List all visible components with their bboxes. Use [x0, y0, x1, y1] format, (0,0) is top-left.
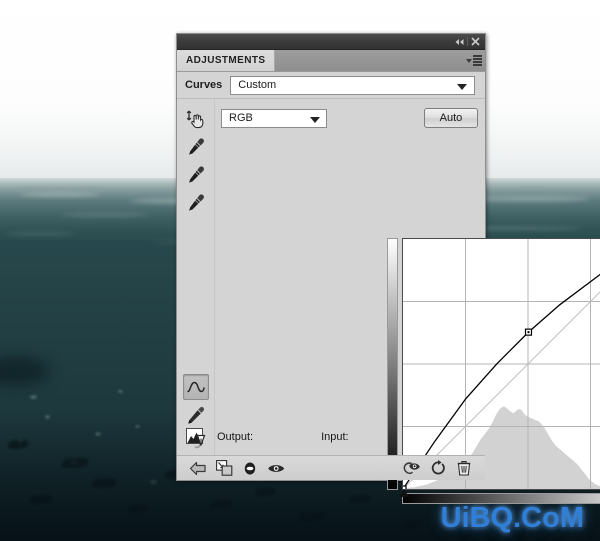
chevron-down-icon [310, 116, 320, 123]
curves-toolstrip [177, 99, 215, 458]
input-label: Input: [321, 431, 349, 443]
panel-menu-icon[interactable] [463, 50, 485, 71]
water-particle [118, 390, 123, 393]
preset-value: Custom [238, 79, 277, 91]
input-gradient-bar [402, 493, 600, 504]
output-input-row: Output: Input: [177, 422, 487, 452]
eye-swirl-icon[interactable] [399, 458, 425, 478]
gray-point-eyedropper[interactable] [183, 162, 209, 188]
adjustments-panel: ADJUSTMENTS Curves Custom RGB Auto Outpu… [176, 33, 600, 504]
wave-highlight [60, 213, 150, 217]
site-watermark: UiBQ.CoM [440, 502, 584, 534]
clip-to-layer-icon[interactable] [211, 458, 237, 478]
reset-circular-arrow-icon[interactable] [425, 458, 451, 478]
histogram-warning-icon[interactable] [183, 426, 209, 448]
eye-icon[interactable] [263, 458, 289, 478]
page-title: Curves [185, 79, 223, 91]
channel-dropdown[interactable]: RGB [221, 108, 327, 128]
menu-triangle-icon [466, 58, 472, 63]
panel-footer [177, 455, 485, 480]
curve-tool[interactable] [182, 374, 209, 400]
titlebar-controls [452, 34, 483, 49]
wave-highlight [20, 192, 100, 197]
channel-value: RGB [229, 112, 253, 124]
black-point-eyedropper[interactable] [183, 134, 209, 160]
trash-icon[interactable] [451, 458, 477, 478]
curves-header-row: Curves Custom [177, 72, 485, 99]
panel-titlebar [177, 34, 485, 50]
white-point-eyedropper[interactable] [183, 190, 209, 216]
collapse-icon[interactable] [452, 35, 467, 48]
tab-adjustments-label: ADJUSTMENTS [186, 55, 266, 66]
wave-highlight [5, 232, 75, 236]
half-circle-icon[interactable] [237, 458, 263, 478]
water-particle [30, 395, 37, 399]
on-image-adjust-tool[interactable] [183, 106, 209, 132]
output-label: Output: [217, 431, 254, 443]
black-point-marker[interactable] [399, 489, 409, 497]
panel-tab-row: ADJUSTMENTS [177, 50, 485, 72]
menu-lines-icon [473, 55, 482, 66]
panel-body: RGB Auto Output: Input: [177, 99, 600, 504]
channel-row: RGB Auto [215, 105, 487, 131]
tab-adjustments[interactable]: ADJUSTMENTS [177, 50, 276, 71]
auto-button[interactable]: Auto [424, 108, 478, 128]
preset-dropdown[interactable]: Custom [230, 75, 475, 95]
curve-control-point-selected-dot [527, 331, 530, 334]
wave-highlight [470, 196, 590, 202]
chevron-down-icon [457, 83, 467, 90]
curve-plot-area[interactable] [402, 238, 600, 490]
output-gradient-bar [387, 238, 398, 490]
close-icon[interactable] [468, 35, 483, 48]
back-arrow-icon[interactable] [185, 458, 211, 478]
tab-row-filler [275, 50, 463, 71]
